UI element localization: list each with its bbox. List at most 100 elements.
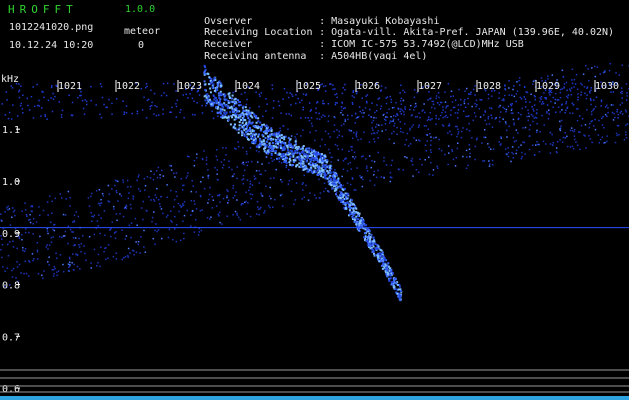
noise-point <box>445 105 448 107</box>
noise-point <box>429 111 432 114</box>
noise-point <box>232 187 234 189</box>
noise-point <box>138 174 140 176</box>
noise-point <box>452 106 455 109</box>
meteor-trace-point <box>242 105 245 108</box>
noise-point <box>372 119 375 122</box>
meteor-trace-point <box>208 98 211 101</box>
meteor-trace-point <box>293 144 296 147</box>
meteor-trace-point <box>291 164 294 167</box>
noise-point <box>150 104 153 107</box>
noise-point <box>511 151 513 154</box>
noise-point <box>72 221 74 223</box>
noise-point <box>81 234 84 237</box>
meteor-trace-point <box>292 153 295 156</box>
noise-point <box>318 118 321 121</box>
noise-point <box>400 84 402 87</box>
meteor-trace-point <box>381 258 384 261</box>
noise-point <box>491 117 493 119</box>
noise-point <box>512 136 515 139</box>
noise-point <box>160 94 163 97</box>
meteor-trace-point <box>319 160 322 163</box>
meteor-trace-point <box>284 153 287 156</box>
noise-point <box>294 199 297 201</box>
noise-point <box>215 155 218 158</box>
meteor-trace-point <box>288 161 291 164</box>
noise-point <box>337 148 340 150</box>
noise-point <box>468 148 471 150</box>
noise-point <box>552 142 555 144</box>
meteor-trace-point <box>299 165 302 168</box>
noise-point <box>36 249 39 251</box>
meteor-trace-point <box>289 149 292 152</box>
noise-point <box>541 103 543 105</box>
noise-point <box>594 105 597 108</box>
noise-point <box>106 106 108 109</box>
noise-point <box>269 206 271 209</box>
noise-point <box>400 108 402 110</box>
noise-point <box>305 93 308 96</box>
noise-point <box>194 114 196 116</box>
noise-point <box>559 91 562 94</box>
noise-point <box>564 137 566 139</box>
meteor-trace-point <box>337 186 340 189</box>
noise-point <box>131 112 133 115</box>
noise-point <box>153 200 156 202</box>
noise-point <box>77 215 80 218</box>
noise-point <box>61 109 64 112</box>
noise-point <box>464 90 466 92</box>
noise-point <box>533 104 536 106</box>
noise-point <box>360 138 362 140</box>
noise-point <box>111 188 113 190</box>
noise-point <box>173 228 176 230</box>
noise-point <box>122 179 124 181</box>
noise-point <box>561 141 564 143</box>
noise-point <box>589 90 591 93</box>
noise-point <box>170 169 173 171</box>
noise-point <box>41 274 43 277</box>
meteor-trace-point <box>321 169 324 172</box>
noise-point <box>424 111 426 114</box>
noise-point <box>314 139 316 142</box>
noise-point <box>503 99 505 102</box>
noise-point <box>520 97 523 100</box>
noise-point <box>468 122 470 125</box>
noise-point <box>341 109 343 112</box>
noise-point <box>626 123 629 125</box>
meteor-trace-point <box>208 76 211 79</box>
noise-point <box>315 197 317 199</box>
noise-point <box>258 182 261 184</box>
noise-point <box>602 115 604 118</box>
noise-point <box>439 101 442 104</box>
noise-point <box>275 168 278 171</box>
noise-point <box>246 164 249 167</box>
noise-point <box>288 179 291 182</box>
noise-point <box>154 105 156 107</box>
meteor-trace-point <box>316 151 319 154</box>
noise-point <box>490 114 492 116</box>
noise-point <box>437 92 440 94</box>
meteor-trace-point <box>311 153 314 156</box>
noise-point <box>404 108 406 110</box>
noise-point <box>546 112 548 114</box>
noise-point <box>310 117 313 119</box>
noise-point <box>518 80 520 82</box>
noise-point <box>309 131 311 134</box>
noise-point <box>73 220 76 223</box>
app-title: HROFFT <box>8 3 78 16</box>
noise-point <box>150 199 152 201</box>
noise-point <box>472 119 475 122</box>
noise-point <box>390 101 393 103</box>
noise-point <box>474 158 476 161</box>
noise-point <box>249 193 252 195</box>
noise-point <box>404 106 406 108</box>
noise-point <box>336 144 339 147</box>
noise-point <box>368 141 371 143</box>
noise-point <box>436 165 438 168</box>
meteor-trace-point <box>263 123 266 126</box>
meteor-trace-point <box>340 200 343 203</box>
noise-point <box>365 158 367 160</box>
noise-point <box>498 120 501 123</box>
noise-point <box>592 125 595 127</box>
noise-point <box>516 90 519 92</box>
noise-point <box>50 97 52 99</box>
